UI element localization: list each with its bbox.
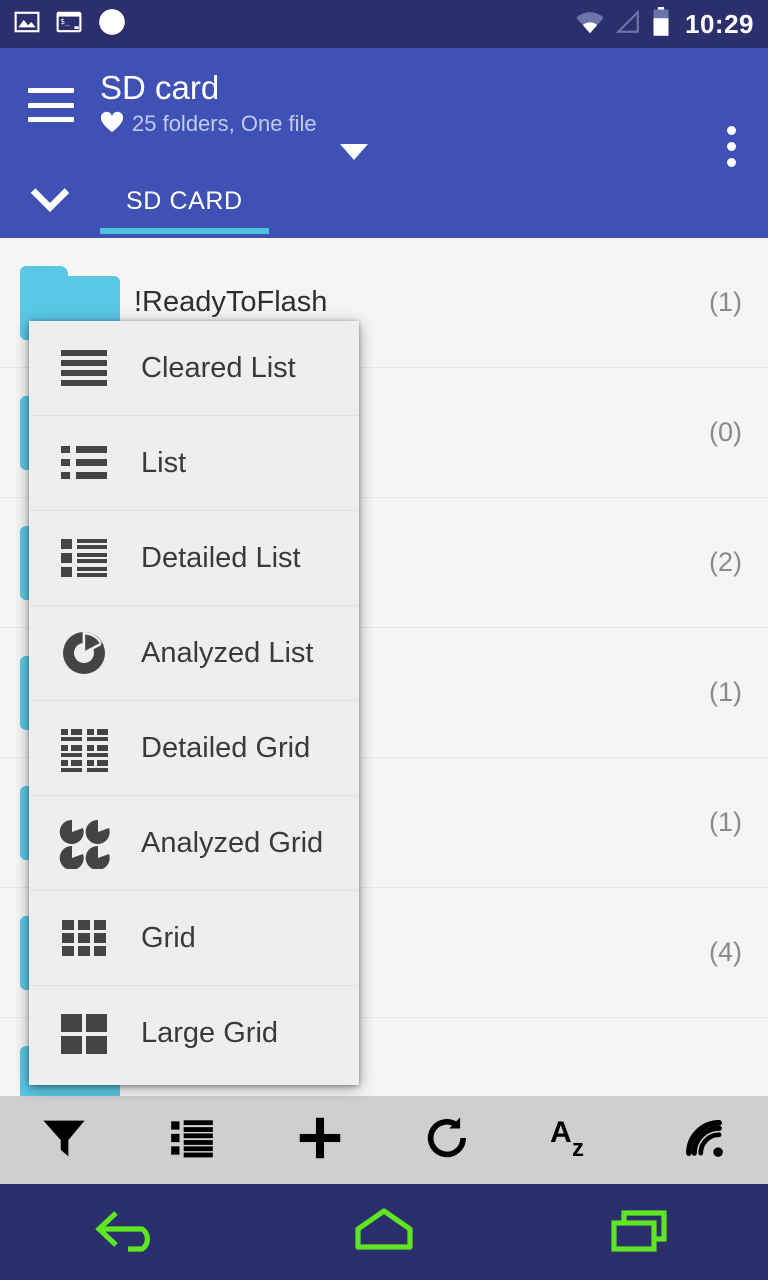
wifi-icon (575, 9, 605, 40)
file-name: !ReadyToFlash (134, 286, 328, 318)
recents-icon (608, 1205, 672, 1260)
navigation-bar (0, 1184, 768, 1280)
menu-item-large-grid[interactable]: Large Grid (29, 986, 359, 1081)
detailed-grid-icon (57, 722, 113, 774)
menu-item-detailed-list[interactable]: Detailed List (29, 511, 359, 606)
status-bar-clock: 10:29 (685, 9, 754, 39)
file-count: (4) (709, 937, 742, 967)
large-grid-icon (57, 1008, 113, 1060)
back-icon (90, 1205, 166, 1260)
filter-icon (38, 1112, 90, 1169)
more-vertical-icon[interactable] (727, 126, 736, 167)
view-mode-menu[interactable]: Cleared List List Detailed List Analyzed… (29, 321, 359, 1085)
nav-back-button[interactable] (0, 1184, 256, 1280)
list-view-icon (167, 1113, 217, 1168)
screen-root: $_ 10:29 SD card 25 folders, One file SD… (0, 0, 768, 1280)
add-button[interactable] (256, 1096, 384, 1184)
refresh-button[interactable] (384, 1096, 512, 1184)
network-button[interactable] (640, 1096, 768, 1184)
sort-button[interactable]: A z (512, 1096, 640, 1184)
menu-item-grid[interactable]: Grid (29, 891, 359, 986)
menu-item-label: Detailed Grid (141, 731, 311, 764)
menu-item-label: Analyzed Grid (141, 826, 324, 859)
file-count: (1) (709, 677, 742, 707)
menu-item-label: Grid (141, 921, 196, 954)
plus-icon (293, 1111, 347, 1170)
menu-item-label: List (141, 446, 187, 479)
menu-item-label: Detailed List (141, 541, 301, 574)
menu-item-analyzed-grid[interactable]: Analyzed Grid (29, 796, 359, 891)
svg-text:$_: $_ (60, 17, 70, 26)
image-icon (14, 9, 40, 40)
menu-item-label: Cleared List (141, 351, 296, 384)
tab-sd-card[interactable]: SD CARD (100, 168, 269, 234)
tab-indicator (100, 228, 269, 234)
status-bar-system: 10:29 (575, 6, 754, 42)
subtitle-row: 25 folders, One file (100, 110, 317, 138)
status-bar-notifications: $_ (14, 8, 126, 41)
svg-text:A: A (550, 1116, 572, 1149)
file-count: (1) (709, 287, 742, 317)
cleared-list-icon (57, 342, 113, 394)
caret-down-icon[interactable] (340, 144, 368, 160)
hamburger-menu-icon[interactable] (28, 88, 74, 122)
status-bar: $_ 10:29 (0, 0, 768, 48)
tab-label: SD CARD (126, 186, 243, 215)
menu-item-label: Analyzed List (141, 636, 314, 669)
menu-item-list[interactable]: List (29, 416, 359, 511)
sort-az-icon: A z (548, 1112, 604, 1169)
filter-button[interactable] (0, 1096, 128, 1184)
signal-icon (678, 1112, 730, 1169)
detailed-list-icon (57, 532, 113, 584)
menu-item-detailed-grid[interactable]: Detailed Grid (29, 701, 359, 796)
file-count: (1) (709, 807, 742, 837)
terminal-icon: $_ (56, 9, 82, 40)
view-mode-button[interactable] (128, 1096, 256, 1184)
refresh-icon (422, 1112, 474, 1169)
tab-strip: SD CARD (0, 168, 768, 238)
nav-recents-button[interactable] (512, 1184, 768, 1280)
signal-icon (615, 9, 641, 40)
file-count: (0) (709, 417, 742, 447)
heart-icon (100, 111, 124, 138)
grid-icon (57, 912, 113, 964)
menu-item-cleared-list[interactable]: Cleared List (29, 321, 359, 416)
menu-item-analyzed-list[interactable]: Analyzed List (29, 606, 359, 701)
title-block: SD card 25 folders, One file (100, 68, 317, 138)
file-count: (2) (709, 547, 742, 577)
battery-icon (651, 6, 671, 42)
folder-summary: 25 folders, One file (132, 111, 317, 136)
analyzed-grid-icon (57, 817, 113, 870)
bottom-toolbar: A z (0, 1096, 768, 1184)
analyzed-list-icon (57, 627, 113, 679)
page-title: SD card (100, 69, 220, 106)
chevron-down-icon[interactable] (0, 168, 100, 234)
menu-item-label: Large Grid (141, 1017, 279, 1049)
circle-icon (98, 8, 126, 41)
app-bar: SD card 25 folders, One file (0, 48, 768, 168)
list-icon (57, 437, 113, 489)
home-icon (352, 1205, 416, 1260)
nav-home-button[interactable] (256, 1184, 512, 1280)
svg-text:z: z (572, 1135, 584, 1162)
